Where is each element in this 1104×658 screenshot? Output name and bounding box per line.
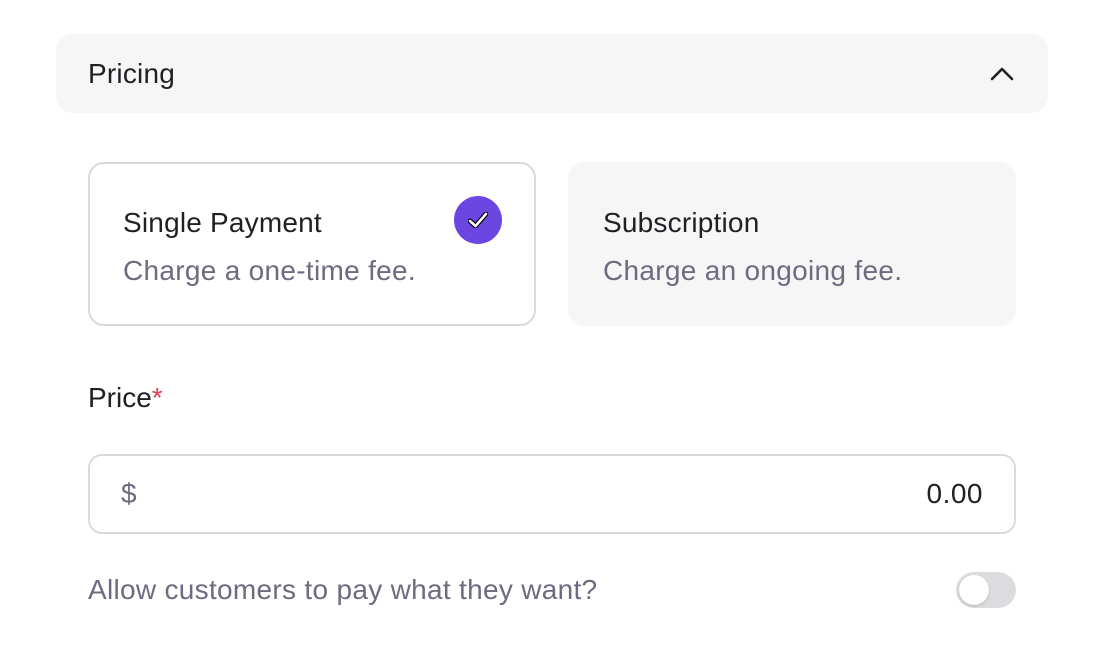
price-field[interactable]: $ xyxy=(88,454,1016,534)
check-circle-icon xyxy=(454,196,502,244)
pay-what-you-want-toggle[interactable] xyxy=(956,572,1016,608)
payment-option-subscription[interactable]: Subscription Charge an ongoing fee. xyxy=(568,162,1016,326)
price-input[interactable] xyxy=(683,478,983,510)
required-marker: * xyxy=(151,382,163,413)
option-title: Single Payment xyxy=(123,207,322,238)
payment-option-single[interactable]: Single Payment Charge a one-time fee. xyxy=(88,162,536,326)
option-description: Charge an ongoing fee. xyxy=(603,255,903,286)
section-title: Pricing xyxy=(88,57,175,89)
price-label: Price* xyxy=(88,381,163,415)
option-title: Subscription xyxy=(603,207,760,238)
price-label-text: Price xyxy=(88,382,152,413)
pricing-section-header[interactable]: Pricing xyxy=(56,34,1048,113)
option-description: Charge a one-time fee. xyxy=(123,255,416,286)
chevron-up-icon[interactable] xyxy=(988,60,1016,88)
toggle-knob xyxy=(959,575,989,605)
currency-symbol: $ xyxy=(121,478,137,509)
pay-what-you-want-label: Allow customers to pay what they want? xyxy=(88,574,598,605)
